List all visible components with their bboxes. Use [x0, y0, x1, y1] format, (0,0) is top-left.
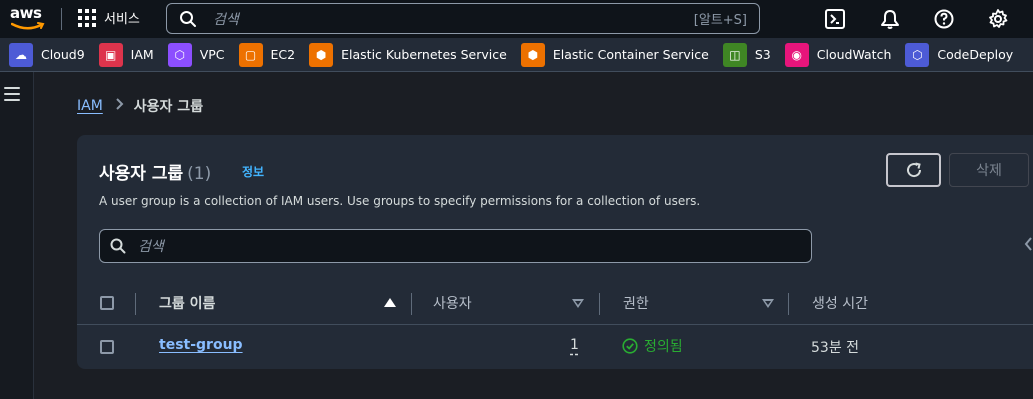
- services-menu[interactable]: 서비스: [78, 8, 140, 27]
- sort-ascending-icon[interactable]: [384, 298, 396, 307]
- favorite-ec2[interactable]: ▢ EC2: [238, 42, 296, 67]
- check-circle-icon: [622, 338, 638, 354]
- favorite-label: S3: [754, 47, 771, 62]
- cloud9-icon: ☁: [9, 42, 33, 67]
- ec2-icon: ▢: [238, 42, 263, 67]
- nav-divider: [61, 8, 62, 30]
- favorite-cloud9[interactable]: ☁ Cloud9: [9, 42, 85, 67]
- favorite-vpc[interactable]: ⬡ VPC: [167, 42, 225, 67]
- favorite-label: VPC: [199, 47, 225, 62]
- favorite-codedeploy[interactable]: ⬡ CodeDeploy: [905, 42, 1014, 67]
- breadcrumb-iam-link[interactable]: IAM: [77, 98, 103, 114]
- favorite-eks[interactable]: ⬢ Elastic Kubernetes Service: [309, 42, 507, 67]
- panel-description: A user group is a collection of IAM user…: [99, 194, 701, 208]
- page-title: 사용자 그룹 (1): [99, 159, 211, 184]
- permissions-label: 정의됨: [644, 339, 683, 355]
- sort-icon[interactable]: [572, 299, 584, 308]
- s3-icon: ◫: [722, 42, 747, 67]
- column-header-created-time[interactable]: 생성 시간: [812, 281, 868, 325]
- info-link[interactable]: 정보: [242, 163, 264, 180]
- services-label: 서비스: [104, 12, 140, 27]
- column-divider: [599, 293, 600, 315]
- group-search-input[interactable]: 검색: [99, 229, 812, 263]
- sort-icon[interactable]: [762, 299, 774, 308]
- favorite-cloudwatch[interactable]: ◉ CloudWatch: [784, 42, 892, 67]
- favorites-bar: ☁ Cloud9 ▣ IAM ⬡ VPC ▢ EC2 ⬢ Elastic Kubernetes S…: [0, 38, 1033, 72]
- user-count[interactable]: 1: [570, 337, 579, 353]
- select-all-checkbox[interactable]: [100, 296, 114, 310]
- ecs-icon: ⬢: [520, 42, 545, 67]
- favorite-s3[interactable]: ◫ S3: [722, 42, 771, 67]
- group-search-placeholder: 검색: [138, 239, 164, 255]
- user-groups-panel: 사용자 그룹 (1) 정보 A user group is a collectio…: [77, 135, 1033, 369]
- chevron-right-icon: [115, 98, 124, 114]
- top-navigation: aws 서비스 검색 [알트+S]: [0, 0, 1033, 38]
- favorite-iam[interactable]: ▣ IAM: [98, 42, 154, 67]
- favorite-ecs[interactable]: ⬢ Elastic Container Service: [520, 42, 709, 67]
- global-search-input[interactable]: 검색 [알트+S]: [166, 3, 760, 34]
- column-header-users[interactable]: 사용자: [433, 281, 472, 325]
- table-row: test-group 1 정의됨 53분 전: [77, 325, 1033, 369]
- aws-smile-icon: [11, 22, 45, 30]
- breadcrumb-current: 사용자 그룹: [133, 99, 204, 115]
- column-header-group-name[interactable]: 그룹 이름: [159, 281, 215, 325]
- search-icon: [180, 10, 196, 27]
- search-shortcut: [알트+S]: [693, 13, 747, 28]
- global-search-placeholder: 검색: [213, 11, 239, 28]
- favorite-label: Cloud9: [41, 47, 85, 62]
- favorite-label: IAM: [130, 47, 154, 62]
- eks-icon: ⬢: [309, 42, 334, 67]
- side-navigation-rail: [0, 72, 34, 399]
- breadcrumb: IAM 사용자 그룹: [77, 96, 203, 116]
- favorite-label: EC2: [270, 47, 296, 62]
- menu-icon[interactable]: [4, 87, 20, 101]
- favorite-label: Elastic Container Service: [552, 47, 709, 62]
- search-icon: [110, 238, 126, 254]
- column-header-permissions[interactable]: 권한: [623, 281, 649, 325]
- cloudshell-icon[interactable]: [824, 8, 846, 30]
- created-time: 53분 전: [811, 340, 860, 356]
- favorite-label: CloudWatch: [816, 47, 892, 62]
- permissions-status: 정의됨: [622, 336, 683, 356]
- grid-icon: [78, 8, 96, 27]
- table-header: 그룹 이름 사용자 권한 생성 시간: [77, 281, 1033, 325]
- column-divider: [135, 293, 136, 315]
- favorite-label: Elastic Kubernetes Service: [341, 47, 507, 62]
- chevron-left-icon[interactable]: [1024, 237, 1033, 251]
- panel-title-text: 사용자 그룹: [99, 164, 184, 184]
- help-icon[interactable]: [933, 8, 955, 30]
- iam-icon: ▣: [98, 42, 123, 67]
- column-divider: [411, 293, 412, 315]
- group-name-link[interactable]: test-group: [159, 337, 243, 353]
- aws-logo-text: aws: [10, 4, 42, 22]
- refresh-button[interactable]: [886, 153, 941, 187]
- settings-icon[interactable]: [987, 8, 1009, 30]
- delete-button[interactable]: 삭제: [949, 153, 1029, 187]
- vpc-icon: ⬡: [167, 42, 192, 67]
- group-count: (1): [187, 164, 212, 184]
- column-divider: [788, 293, 789, 315]
- aws-logo[interactable]: aws: [10, 4, 48, 34]
- favorite-label: CodeDeploy: [937, 47, 1014, 62]
- refresh-icon: [906, 162, 921, 178]
- bell-icon[interactable]: [879, 8, 901, 30]
- codedeploy-icon: ⬡: [905, 42, 930, 67]
- row-checkbox[interactable]: [100, 340, 114, 354]
- cloudwatch-icon: ◉: [784, 42, 809, 67]
